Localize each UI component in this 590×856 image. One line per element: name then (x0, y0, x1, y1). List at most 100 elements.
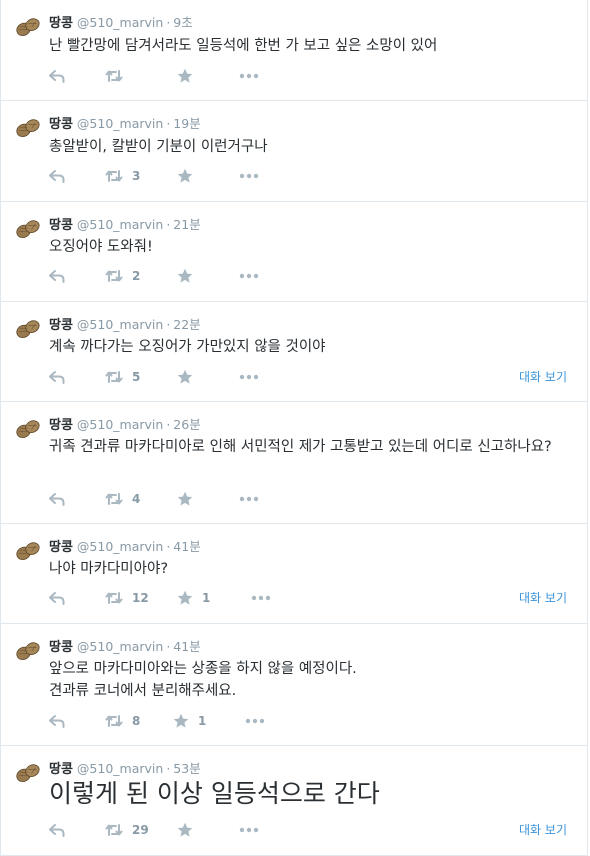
retweet-button[interactable] (105, 67, 132, 85)
reply-icon (49, 270, 65, 283)
user-name[interactable]: 땅콩 (49, 640, 73, 655)
peanut-avatar-icon[interactable] (15, 760, 41, 786)
tweet[interactable]: 땅콩 @510_marvin · 9초 난 빨간망에 담겨서라도 일등석에 한번 가 … (1, 0, 587, 101)
tweet-actions: 5 대화 보기 (49, 368, 579, 386)
favorite-button[interactable] (177, 267, 202, 285)
tweet-text: 앞으로 마카다미아와는 상종을 하지 않을 예정이다. 견과류 코너에서 분리해… (49, 661, 357, 699)
retweet-button[interactable]: 29 (105, 821, 149, 839)
tweet-timeline: 땅콩 @510_marvin · 9초 난 빨간망에 담겨서라도 일등석에 한번 가 … (0, 0, 588, 856)
favorite-button[interactable] (177, 821, 202, 839)
user-handle[interactable]: @510_marvin (77, 417, 163, 432)
more-dots-icon (239, 273, 259, 279)
more-button[interactable] (245, 712, 265, 730)
retweet-button[interactable]: 4 (105, 490, 140, 508)
separator: · (166, 15, 171, 30)
tweet-actions: 12 1 대화 보기 (49, 589, 579, 607)
timestamp[interactable]: 21분 (173, 217, 200, 232)
user-handle[interactable]: @510_marvin (77, 639, 163, 654)
user-name[interactable]: 땅콩 (49, 762, 73, 777)
favorite-button[interactable]: 1 (177, 589, 210, 607)
reply-button[interactable] (49, 589, 65, 607)
reply-icon (49, 170, 65, 183)
more-button[interactable] (239, 67, 259, 85)
reply-button[interactable] (49, 368, 65, 386)
user-handle[interactable]: @510_marvin (77, 539, 163, 554)
user-name[interactable]: 땅콩 (49, 218, 73, 233)
view-conversation-link[interactable]: 대화 보기 (519, 821, 567, 838)
tweet-text: 이렇게 된 이상 일등석으로 간다 (49, 779, 380, 808)
more-button[interactable] (239, 821, 259, 839)
timestamp[interactable]: 9초 (173, 15, 192, 30)
tweet-header: 땅콩 @510_marvin · 19분 (49, 115, 201, 132)
timestamp[interactable]: 53분 (173, 761, 200, 776)
separator: · (166, 639, 171, 654)
timestamp[interactable]: 41분 (173, 639, 200, 654)
user-name[interactable]: 땅콩 (49, 418, 73, 433)
user-name[interactable]: 땅콩 (49, 318, 73, 333)
retweet-button[interactable]: 12 (105, 589, 149, 607)
view-conversation-link[interactable]: 대화 보기 (519, 368, 567, 385)
tweet-header: 땅콩 @510_marvin · 9초 (49, 14, 193, 31)
more-button[interactable] (239, 368, 259, 386)
reply-button[interactable] (49, 821, 65, 839)
reply-button[interactable] (49, 67, 65, 85)
tweet[interactable]: 땅콩 @510_marvin · 26분 귀족 견과류 마카다미아로 인해 서민적인 … (1, 402, 587, 524)
reply-button[interactable] (49, 490, 65, 508)
more-button[interactable] (239, 267, 259, 285)
favorite-button[interactable] (177, 67, 202, 85)
reply-icon (49, 592, 65, 605)
favorite-button[interactable]: 1 (173, 712, 206, 730)
peanut-avatar-icon[interactable] (15, 216, 41, 242)
reply-button[interactable] (49, 712, 65, 730)
tweet-actions: 3 (49, 167, 579, 185)
timestamp[interactable]: 41분 (173, 539, 200, 554)
user-name[interactable]: 땅콩 (49, 16, 73, 31)
user-handle[interactable]: @510_marvin (77, 116, 163, 131)
user-handle[interactable]: @510_marvin (77, 15, 163, 30)
tweet-header: 땅콩 @510_marvin · 53분 (49, 760, 201, 777)
more-dots-icon (239, 374, 259, 380)
tweet[interactable]: 땅콩 @510_marvin · 21분 오징어야 도와줘! 2 (1, 202, 587, 302)
timestamp[interactable]: 19분 (173, 116, 200, 131)
peanut-avatar-icon[interactable] (15, 638, 41, 664)
user-name[interactable]: 땅콩 (49, 117, 73, 132)
more-button[interactable] (239, 490, 259, 508)
star-icon (177, 369, 193, 384)
user-name[interactable]: 땅콩 (49, 540, 73, 555)
favorite-button[interactable] (177, 490, 202, 508)
retweet-button[interactable]: 3 (105, 167, 140, 185)
retweet-count: 12 (132, 591, 149, 605)
retweet-button[interactable]: 8 (105, 712, 140, 730)
reply-button[interactable] (49, 167, 65, 185)
peanut-avatar-icon[interactable] (15, 115, 41, 141)
more-button[interactable] (239, 167, 259, 185)
favorite-button[interactable] (177, 167, 202, 185)
timestamp[interactable]: 22분 (173, 317, 200, 332)
peanut-avatar-icon[interactable] (15, 538, 41, 564)
user-handle[interactable]: @510_marvin (77, 217, 163, 232)
peanut-avatar-icon[interactable] (15, 14, 41, 40)
retweet-button[interactable]: 2 (105, 267, 140, 285)
timestamp[interactable]: 26분 (173, 417, 200, 432)
more-button[interactable] (251, 589, 271, 607)
favorite-button[interactable] (177, 368, 202, 386)
retweet-button[interactable]: 5 (105, 368, 140, 386)
tweet[interactable]: 땅콩 @510_marvin · 41분 나야 마카다미아야? 12 1 대화 보기 (1, 524, 587, 624)
view-conversation-link[interactable]: 대화 보기 (519, 589, 567, 606)
peanut-avatar-icon[interactable] (15, 416, 41, 442)
reply-button[interactable] (49, 267, 65, 285)
tweet[interactable]: 땅콩 @510_marvin · 19분 총알받이, 칼받이 기분이 이런거구나 3 (1, 101, 587, 202)
retweet-icon (105, 270, 123, 282)
tweet-actions: 2 (49, 267, 579, 285)
tweet-header: 땅콩 @510_marvin · 41분 (49, 638, 201, 655)
star-icon (177, 590, 193, 605)
retweet-icon (105, 824, 123, 836)
tweet-actions: 4 (49, 490, 579, 508)
peanut-avatar-icon[interactable] (15, 316, 41, 342)
tweet[interactable]: 땅콩 @510_marvin · 53분 이렇게 된 이상 일등석으로 간다 29 대… (1, 746, 587, 856)
tweet-header: 땅콩 @510_marvin · 21분 (49, 216, 201, 233)
user-handle[interactable]: @510_marvin (77, 761, 163, 776)
user-handle[interactable]: @510_marvin (77, 317, 163, 332)
tweet[interactable]: 땅콩 @510_marvin · 22분 계속 까다가는 오징어가 가만있지 않을 것… (1, 302, 587, 402)
tweet[interactable]: 땅콩 @510_marvin · 41분 앞으로 마카다미아와는 상종을 하지 않을 … (1, 624, 587, 746)
